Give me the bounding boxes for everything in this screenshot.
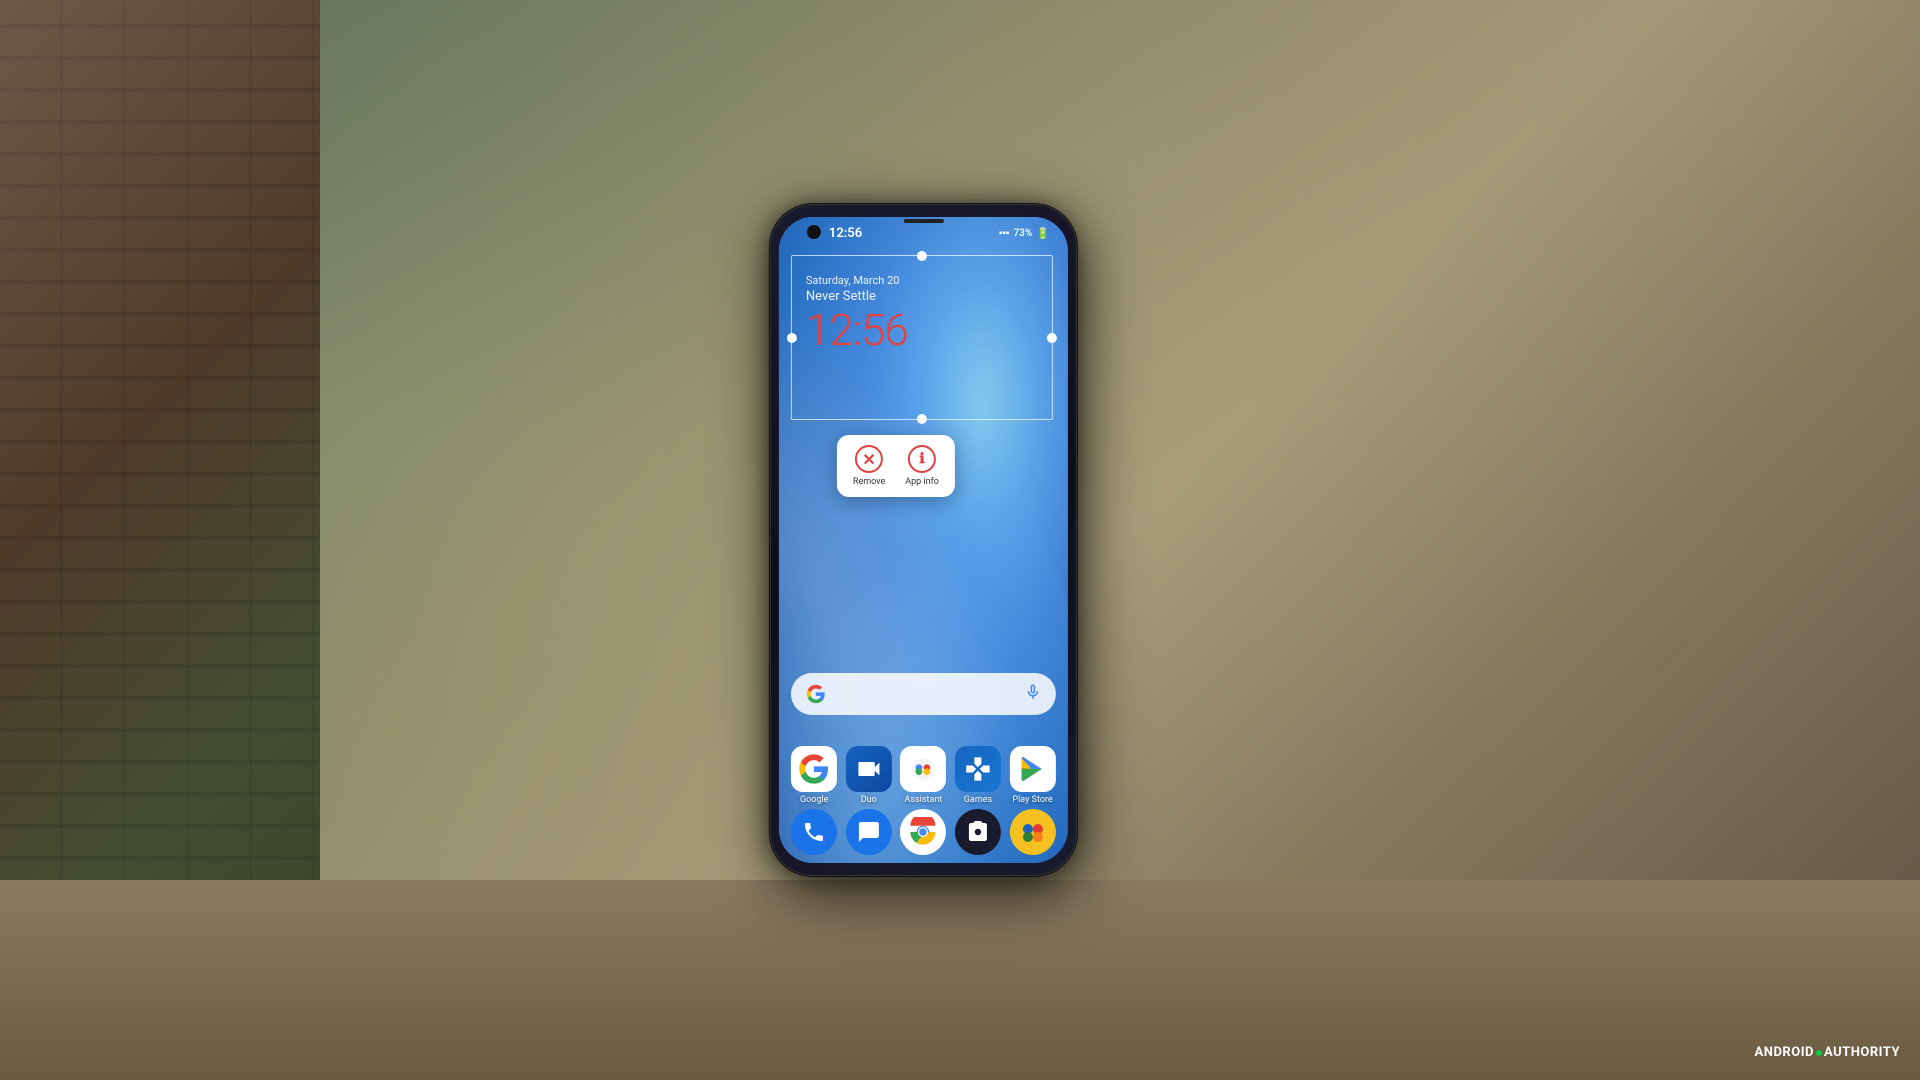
menu-item-app-info[interactable]: ℹ App info [905,445,939,487]
menu-item-remove[interactable]: ✕ Remove [853,445,885,487]
games-icon [955,746,1001,792]
remove-label: Remove [853,477,885,487]
google-g-logo [805,683,827,705]
status-bar: 12:56 ▪▪▪ 73% 🔋 [779,217,1068,249]
oneplus-phone: 12:56 ▪▪▪ 73% 🔋 Saturday, March 20 Never… [771,205,1076,875]
messages-dock-icon[interactable] [846,809,892,855]
signal-icon: ▪▪▪ [999,228,1010,239]
duo-app-label: Duo [861,795,877,805]
duo-icon [846,746,892,792]
play-store-app-label: Play Store [1012,795,1052,805]
assistant-icon [900,746,946,792]
battery-icon: 🔋 [1036,227,1050,240]
google-icon [791,746,837,792]
oneplus-dock-icon[interactable] [1010,809,1056,855]
app-assistant[interactable]: Assistant [900,746,946,805]
bottom-dock [787,809,1060,855]
resize-handle-right[interactable] [1047,333,1057,343]
watermark-brand: ANDROIDAUTHORITY [1755,1045,1900,1060]
resize-handle-top[interactable] [917,251,927,261]
info-icon: ℹ [908,445,936,473]
games-app-label: Games [964,795,992,805]
google-search-bar[interactable] [791,673,1056,715]
status-time: 12:56 [829,226,862,241]
app-info-label: App info [905,477,939,487]
battery-indicator: 73% [1013,228,1032,239]
resize-handle-bottom[interactable] [917,414,927,424]
play-store-icon [1010,746,1056,792]
widget-selection-border[interactable] [791,255,1053,420]
phone-dock-icon[interactable] [791,809,837,855]
apps-row: Google Duo [787,746,1060,805]
camera-dock-icon[interactable] [955,809,1001,855]
app-google[interactable]: Google [791,746,837,805]
chrome-dock-icon[interactable] [900,809,946,855]
status-icons: ▪▪▪ 73% 🔋 [999,227,1050,240]
app-duo[interactable]: Duo [846,746,892,805]
resize-handle-left[interactable] [787,333,797,343]
phone-wrapper: 12:56 ▪▪▪ 73% 🔋 Saturday, March 20 Never… [771,205,1076,875]
ground-surface [0,880,1920,1080]
microphone-icon[interactable] [1024,683,1042,705]
camera-cutout [807,225,821,239]
google-app-label: Google [800,795,828,805]
context-menu: ✕ Remove ℹ App info [837,435,955,497]
phone-screen: 12:56 ▪▪▪ 73% 🔋 Saturday, March 20 Never… [779,217,1068,863]
remove-icon: ✕ [855,445,883,473]
app-games[interactable]: Games [955,746,1001,805]
app-play-store[interactable]: Play Store [1010,746,1056,805]
watermark: ANDROIDAUTHORITY [1755,1045,1900,1060]
assistant-app-label: Assistant [905,795,943,805]
